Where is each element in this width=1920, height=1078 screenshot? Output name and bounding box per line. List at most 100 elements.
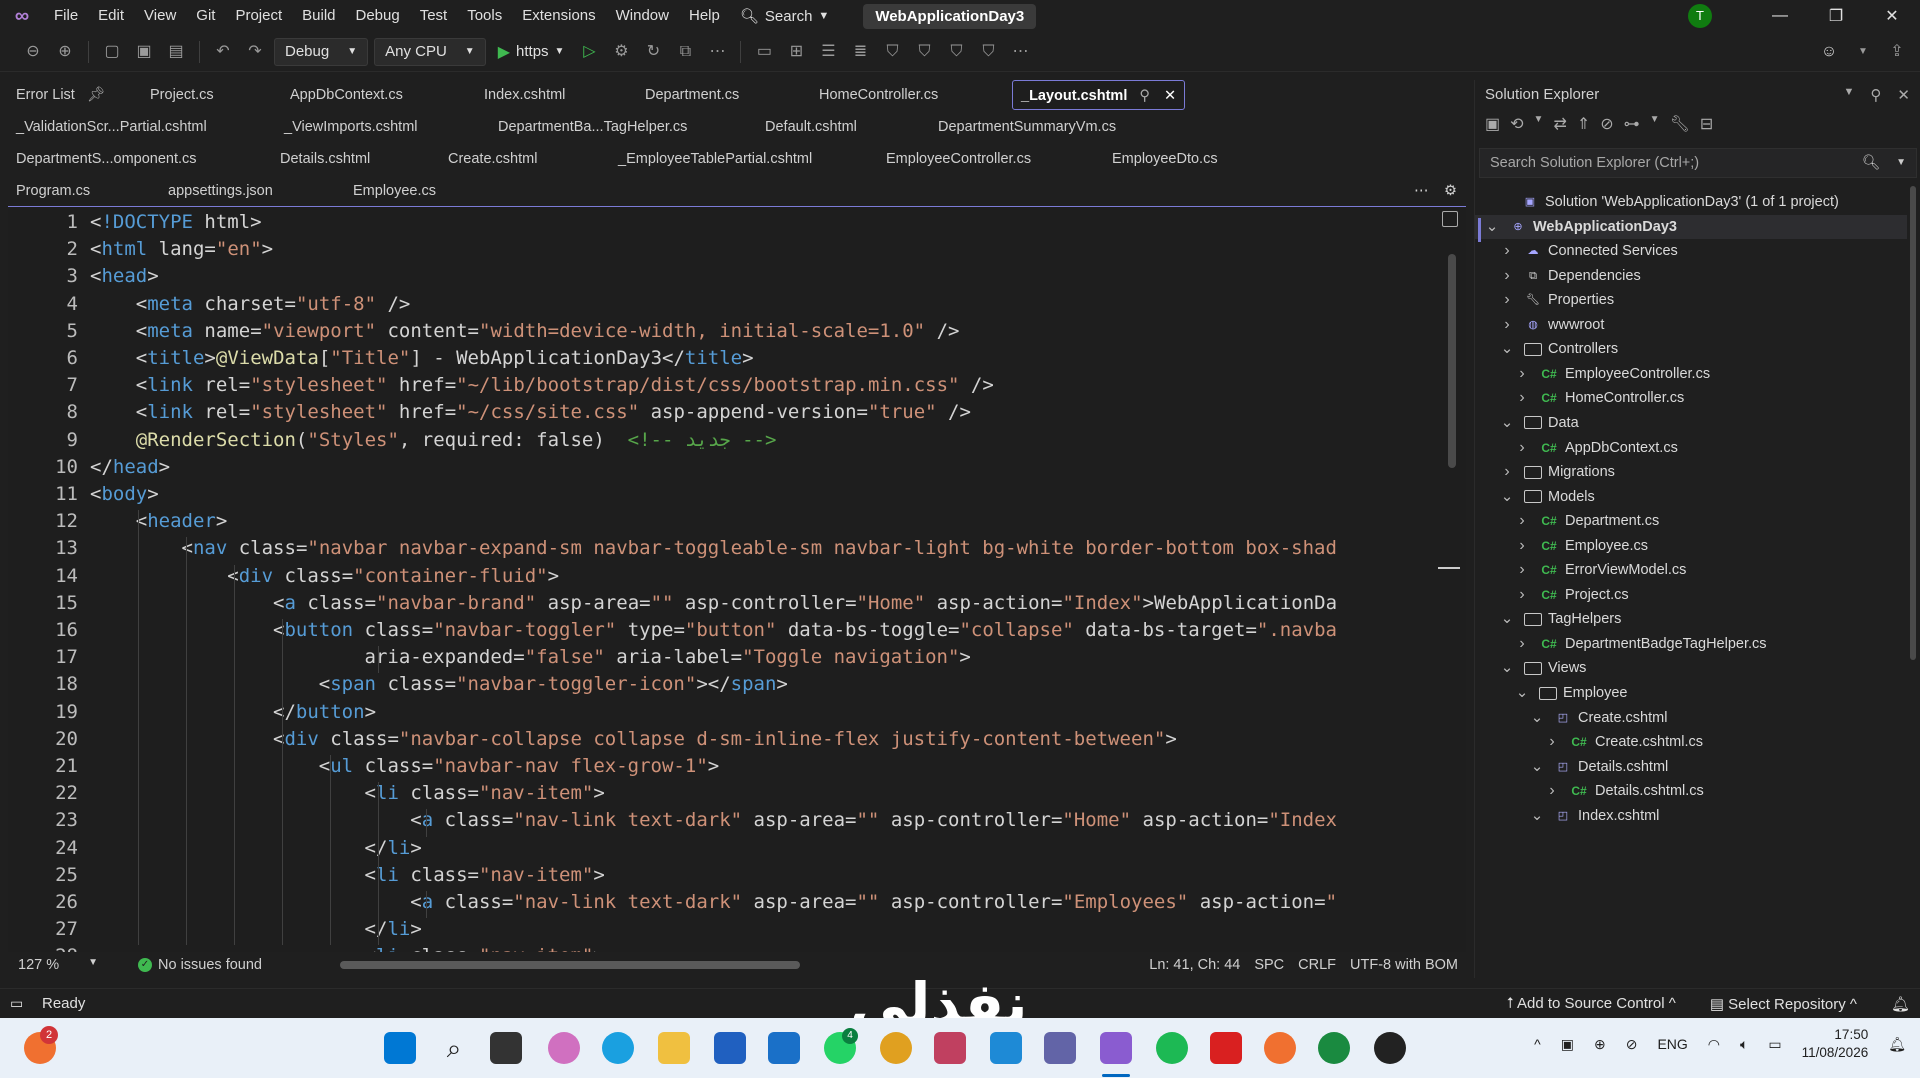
- chevron-down-icon[interactable]: ⌄: [1500, 337, 1514, 361]
- code-line[interactable]: <div class="container-fluid">: [90, 565, 559, 587]
- tree-item[interactable]: ▣ Solution 'WebApplicationDay3' (1 of 1 p…: [1475, 190, 1907, 214]
- tab-validationscripts-partial[interactable]: _ValidationScr...Partial.cshtml: [12, 112, 211, 142]
- tab-departmentbadge-taghelper[interactable]: DepartmentBa...TagHelper.cs: [494, 112, 691, 142]
- teams-icon[interactable]: [1044, 1032, 1076, 1064]
- search-menu[interactable]: 🔍︎ Search ▼: [730, 7, 839, 26]
- code-line[interactable]: <a class="nav-link text-dark" asp-area="…: [90, 891, 1337, 913]
- chevron-up-icon[interactable]: ^: [1534, 1036, 1541, 1052]
- bookmark-icon[interactable]: ⛉: [879, 39, 905, 65]
- menu-item-debug[interactable]: Debug: [346, 0, 410, 32]
- code-line[interactable]: <a class="nav-link text-dark" asp-area="…: [90, 809, 1337, 831]
- chevron-down-icon[interactable]: ⌄: [1500, 411, 1514, 435]
- tab-departmentsummary-component[interactable]: DepartmentS...omponent.cs: [12, 144, 201, 174]
- preview-icon[interactable]: ⊟: [1700, 114, 1713, 134]
- redo-icon[interactable]: ↷: [242, 39, 268, 65]
- tree-item[interactable]: ⌄ ⊕ WebApplicationDay3: [1475, 214, 1907, 239]
- pending-changes-filter-icon[interactable]: ⊶: [1624, 114, 1640, 134]
- tree-item[interactable]: › C# DepartmentBadgeTagHelper.cs: [1475, 632, 1907, 656]
- platform-select[interactable]: Any CPU ▼: [374, 37, 486, 66]
- tree-item[interactable]: › C# ErrorViewModel.cs: [1475, 558, 1907, 582]
- vpn-icon[interactable]: ⊕: [1594, 1036, 1606, 1053]
- search-icon[interactable]: ⌕: [438, 1032, 470, 1064]
- volume-icon[interactable]: 🔈︎: [1740, 1036, 1748, 1053]
- spotify-icon[interactable]: [1156, 1032, 1188, 1064]
- code-line[interactable]: <ul class="navbar-nav flex-grow-1">: [90, 755, 719, 777]
- code-line[interactable]: <li class="nav-item">: [90, 864, 605, 886]
- pin-icon[interactable]: ⚲: [1139, 88, 1150, 104]
- chevron-right-icon[interactable]: ›: [1515, 583, 1529, 607]
- minimize-icon[interactable]: —: [1752, 7, 1808, 25]
- chevron-right-icon[interactable]: ›: [1500, 264, 1514, 288]
- tree-item[interactable]: › Migrations: [1475, 460, 1907, 484]
- code-line[interactable]: <!DOCTYPE html>: [90, 211, 262, 233]
- code-line[interactable]: <nav class="navbar navbar-expand-sm navb…: [90, 537, 1337, 559]
- snipping-tool-icon[interactable]: [934, 1032, 966, 1064]
- add-to-source-control[interactable]: ⭡ Add to Source Control ^: [1507, 995, 1676, 1012]
- save-all-icon[interactable]: ▤: [163, 39, 189, 65]
- tab-create-cshtml[interactable]: Create.cshtml: [444, 144, 541, 174]
- code-line[interactable]: <meta charset="utf-8" />: [90, 293, 411, 315]
- notifications-icon[interactable]: 🔔︎: [1891, 995, 1910, 1013]
- format-icon[interactable]: ⊞: [783, 39, 809, 65]
- code-line[interactable]: <button class="navbar-toggler" type="but…: [90, 619, 1337, 641]
- code-line[interactable]: <head>: [90, 265, 159, 287]
- outdent-icon[interactable]: ☰: [815, 39, 841, 65]
- mongodb-icon[interactable]: [1318, 1032, 1350, 1064]
- tree-item[interactable]: › C# Create.cshtml.cs: [1475, 730, 1907, 754]
- solution-explorer-scrollbar[interactable]: [1910, 186, 1916, 660]
- tree-item[interactable]: › ☁ Connected Services: [1475, 239, 1907, 263]
- tab-department-cs[interactable]: Department.cs: [641, 80, 743, 110]
- close-icon[interactable]: ✕: [1897, 86, 1910, 104]
- tree-item[interactable]: ⌄ ◰ Details.cshtml: [1475, 755, 1907, 779]
- menu-item-build[interactable]: Build: [292, 0, 345, 32]
- chevron-down-icon[interactable]: ▼: [1650, 114, 1660, 134]
- visual-studio-taskbar-icon[interactable]: [1100, 1032, 1132, 1064]
- tree-item[interactable]: ⌄ Data: [1475, 411, 1907, 435]
- chevron-down-icon[interactable]: ⌄: [1500, 656, 1514, 680]
- line-ending[interactable]: CRLF: [1298, 957, 1336, 973]
- copilot-app-icon[interactable]: [548, 1032, 580, 1064]
- chevron-down-icon[interactable]: ▼: [1844, 86, 1855, 104]
- tab-details-cshtml[interactable]: Details.cshtml: [276, 144, 374, 174]
- menu-item-window[interactable]: Window: [606, 0, 679, 32]
- chevron-down-icon[interactable]: ▼: [1896, 149, 1906, 177]
- file-explorer-icon[interactable]: [658, 1032, 690, 1064]
- tab-default-cshtml[interactable]: Default.cshtml: [761, 112, 861, 142]
- code-area[interactable]: <!DOCTYPE html> <html lang="en"> <head> <m…: [90, 207, 1450, 952]
- tree-item[interactable]: › C# Details.cshtml.cs: [1475, 779, 1907, 803]
- tree-item[interactable]: › C# Project.cs: [1475, 583, 1907, 607]
- code-line[interactable]: <span class="navbar-toggler-icon"></span…: [90, 673, 788, 695]
- tree-item[interactable]: ⌄ Views: [1475, 656, 1907, 680]
- issues-indicator[interactable]: ✓ No issues found: [138, 957, 262, 973]
- chevron-right-icon[interactable]: ›: [1515, 632, 1529, 656]
- notification-center-icon[interactable]: 🔔︎: [1888, 1036, 1906, 1053]
- editor-horizontal-scrollbar[interactable]: [340, 961, 800, 969]
- language-indicator[interactable]: ENG: [1657, 1036, 1687, 1052]
- zoom-select[interactable]: 127 % ▼: [18, 957, 98, 973]
- chevron-down-icon[interactable]: ⌄: [1530, 706, 1544, 730]
- collapse-all-icon[interactable]: ⇑: [1577, 114, 1590, 134]
- tree-item[interactable]: ⌄ ◰ Index.cshtml: [1475, 804, 1907, 828]
- code-line[interactable]: <body>: [90, 483, 159, 505]
- code-line[interactable]: <li class="nav-item">: [90, 945, 605, 952]
- next-bookmark-icon[interactable]: ⛉: [943, 39, 969, 65]
- postman-icon[interactable]: [1264, 1032, 1296, 1064]
- close-icon[interactable]: ✕: [1864, 6, 1920, 26]
- start-icon[interactable]: [384, 1032, 416, 1064]
- chevron-down-icon[interactable]: ▼: [1850, 39, 1876, 65]
- show-all-files-icon[interactable]: ⊘: [1600, 114, 1613, 134]
- chevron-right-icon[interactable]: ›: [1545, 730, 1559, 754]
- tab-error-list[interactable]: Error List 📌︎: [12, 80, 109, 110]
- sync-with-document-icon[interactable]: ⇄: [1553, 114, 1566, 134]
- menu-item-test[interactable]: Test: [410, 0, 458, 32]
- tree-item[interactable]: › C# HomeController.cs: [1475, 386, 1907, 410]
- code-line[interactable]: </button>: [90, 701, 376, 723]
- tree-item[interactable]: ⌄ Employee: [1475, 681, 1907, 705]
- chevron-right-icon[interactable]: ›: [1515, 534, 1529, 558]
- tree-item[interactable]: › ⧉ Dependencies: [1475, 264, 1907, 288]
- tree-item[interactable]: › C# Department.cs: [1475, 509, 1907, 533]
- code-line[interactable]: <a class="navbar-brand" asp-area="" asp-…: [90, 592, 1337, 614]
- tab-overflow-icon[interactable]: ⋯: [1410, 176, 1433, 206]
- configuration-select[interactable]: Debug ▼: [274, 37, 369, 66]
- code-line[interactable]: <title>@ViewData["Title"] - WebApplicati…: [90, 347, 754, 369]
